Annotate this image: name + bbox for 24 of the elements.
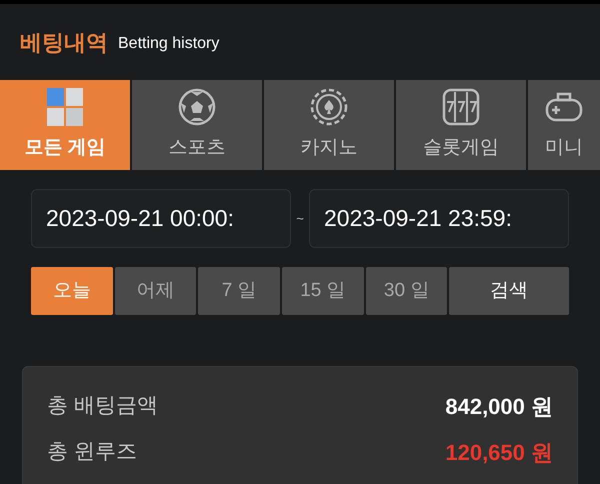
- summary-value: 842,000 원: [445, 392, 553, 420]
- period-button[interactable]: 15 일: [282, 267, 364, 315]
- game-tab[interactable]: 카지노: [264, 80, 394, 170]
- summary-label: 총 배팅금액: [47, 393, 158, 420]
- range-separator: ~: [295, 210, 305, 228]
- gamepad-icon: [545, 92, 583, 122]
- end-date-field[interactable]: 2023-09-21 23:59:: [309, 189, 569, 248]
- soccer-ball-icon: [178, 88, 216, 126]
- search-button[interactable]: 검색: [449, 267, 569, 315]
- slot-machine-icon: [442, 88, 480, 126]
- game-tab[interactable]: 스포츠: [132, 80, 262, 170]
- period-button[interactable]: 어제: [114, 267, 196, 315]
- game-tab[interactable]: 미니: [528, 80, 600, 170]
- game-tab[interactable]: 슬롯게임: [396, 80, 526, 170]
- period-button[interactable]: 7 일: [198, 267, 280, 315]
- summary-label: 총 윈루즈: [47, 439, 137, 466]
- period-button[interactable]: 30 일: [366, 267, 448, 315]
- page-subtitle: Betting history: [118, 34, 220, 54]
- poker-chip-icon: [310, 88, 348, 126]
- game-tab[interactable]: 모든 게임: [0, 80, 130, 170]
- summary-value: 120,650 원: [445, 438, 553, 466]
- period-button[interactable]: 오늘: [31, 267, 113, 315]
- start-date-field[interactable]: 2023-09-21 00:00:: [31, 189, 291, 248]
- page-title: 베팅내역: [20, 28, 108, 56]
